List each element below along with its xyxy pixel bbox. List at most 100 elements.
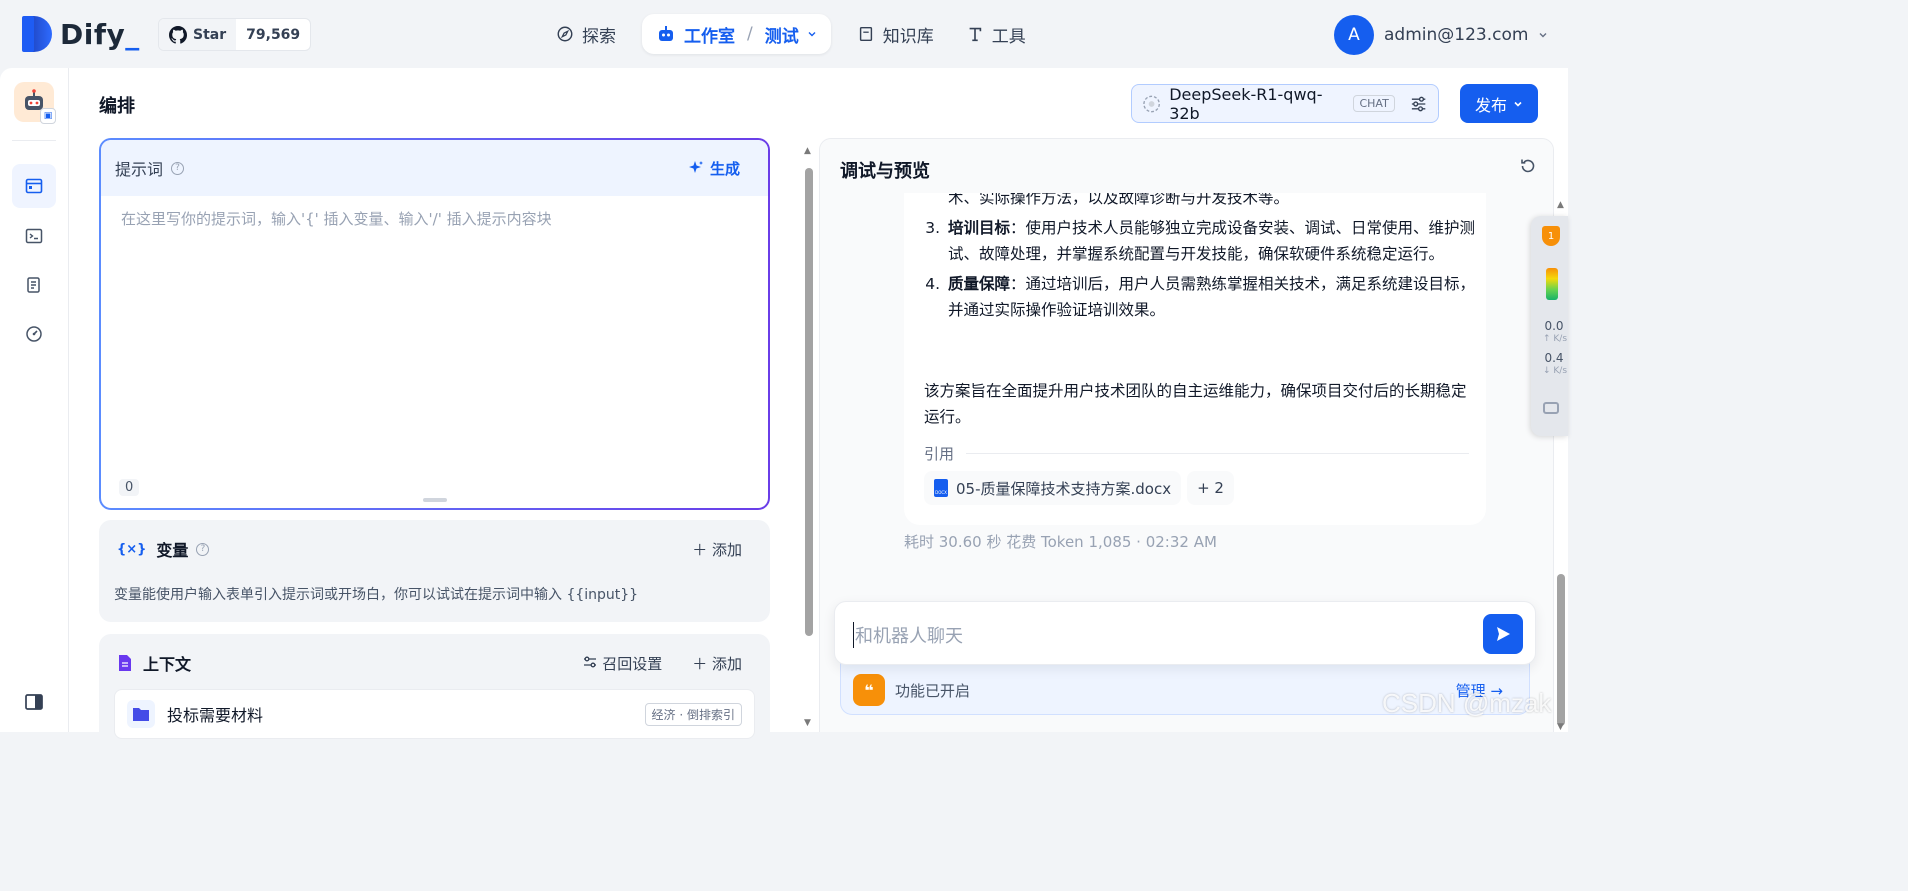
variable-icon: {×} [117,541,147,557]
citation-chip[interactable]: DOCX 05-质量保障技术支持方案.docx [924,471,1182,505]
sidebar-toggle-icon [25,694,43,710]
rail-logs[interactable] [12,263,56,307]
tools-icon [969,27,981,42]
dify-logo[interactable]: Dify_ [20,16,140,52]
context-item-name: 投标需要材料 [167,706,264,725]
prompt-title: 提示词 [115,160,164,179]
recall-settings-label: 召回设置 [602,654,663,673]
nav-explore-label: 探索 [582,26,616,47]
reset-button[interactable] [1519,157,1537,180]
scroll-down-arrow-icon[interactable]: ▼ [1557,722,1564,732]
file-list-icon [27,277,40,293]
main-panel: ▣ 编排 DeepSeek-R1-qwq-32b CHAT 发布 提示词 ? 生… [0,68,1568,744]
app-icon[interactable]: ▣ [14,82,56,124]
download-unit: ↓ K/s [1543,366,1568,376]
nav-separator: / [747,24,753,44]
watermark: CSDN @mzak [1382,688,1552,718]
model-name: DeepSeek-R1-qwq-32b [1169,84,1323,123]
gauge-icon [26,326,42,342]
github-star-button[interactable]: Star 79,569 [158,18,312,51]
nav-studio[interactable]: 工作室 / 测试 [642,14,831,54]
chat-placeholder: 和机器人聊天 [853,622,963,648]
download-speed: 0.4 [1544,351,1564,365]
github-star-count: 79,569 [246,26,301,43]
scroll-down-arrow-icon[interactable]: ▼ [804,718,811,728]
rail-api[interactable] [12,214,56,258]
sliders-icon[interactable] [1409,94,1428,114]
editor-scrollbar[interactable]: ▲ ▼ [804,146,814,728]
variables-card: {×} 变量 ? ＋ 添加 变量能使用户输入表单引入提示词或开场白，你可以试试在… [99,520,770,622]
rail-divider [12,140,56,141]
nav-app-name[interactable]: 测试 [765,22,799,47]
settings-sliders-icon [584,656,597,667]
rail-orchestrate[interactable] [12,164,56,208]
docx-file-icon: DOCX [934,479,948,497]
citation-more-chip[interactable]: + 2 [1187,471,1234,505]
scroll-up-arrow-icon[interactable]: ▲ [1557,200,1564,210]
left-rail: ▣ [0,68,69,732]
add-context-button[interactable]: ＋ 添加 [692,653,742,674]
chat-input[interactable]: 和机器人聊天 [834,601,1536,665]
github-star-label: Star [193,26,227,43]
terminal-icon [25,228,43,244]
model-provider-icon [1143,95,1160,112]
model-selector[interactable]: DeepSeek-R1-qwq-32b CHAT [1131,84,1439,123]
add-variable-button[interactable]: ＋ 添加 [692,539,742,560]
scroll-thumb[interactable] [1557,574,1565,726]
app-type-badge-icon: ▣ [40,108,56,124]
generate-button[interactable]: 生成 [688,158,740,179]
nav-studio-label: 工作室 [684,26,735,47]
robot-icon [659,26,673,41]
user-menu[interactable]: A admin@123.com [1334,15,1548,55]
prompt-placeholder[interactable]: 在这里写你的提示词，输入'{' 插入变量、输入'/' 插入提示内容块 [121,208,552,229]
help-icon[interactable]: ? [196,542,210,556]
answer-meta: 耗时 30.60 秒 花费 Token 1,085 · 02:32 AM [904,533,1217,551]
scroll-up-arrow-icon[interactable]: ▲ [804,146,811,156]
chevron-down-icon [1514,101,1522,107]
citation-label: 引用 [924,445,955,463]
rail-monitoring[interactable] [12,312,56,356]
publish-label: 发布 [1474,95,1507,115]
sparkle-icon [688,161,703,173]
book-icon [859,26,872,42]
logo-text: Dify_ [60,17,140,51]
generate-label: 生成 [709,159,740,178]
help-icon[interactable]: ? [171,161,185,175]
nav-knowledge[interactable]: 知识库 [841,14,950,54]
add-context-label: 添加 [711,654,742,673]
citation-divider [966,453,1469,454]
shield-icon: 1 [1542,226,1560,246]
answer-item-4: 4. 质量保障：通过培训后，用户人员需熟练掌握相关技术，满足系统建设目标，并通过… [925,275,1476,319]
send-button[interactable] [1483,614,1523,654]
layout-icon [25,178,43,194]
github-icon [169,25,187,44]
context-card: 上下文 召回设置 ＋ 添加 投标需要材料 经济 · 倒排索引 [99,634,770,744]
variables-title: 变量 [156,541,189,560]
network-monitor-widget[interactable]: 1 0.0 ↑ K/s 0.4 ↓ K/s [1531,216,1568,436]
char-counter: 0 [119,479,140,496]
top-nav: Dify_ Star 79,569 探索 工作室 / 测试 知识库 工具 A a… [0,0,1568,68]
upload-speed: 0.0 [1544,319,1564,333]
nav-explore[interactable]: 探索 [540,14,632,54]
context-item[interactable]: 投标需要材料 经济 · 倒排索引 [114,689,755,739]
rail-collapse-toggle[interactable] [12,680,56,724]
citation-file-name: 05-质量保障技术支持方案.docx [956,479,1172,498]
nav-tools[interactable]: 工具 [950,14,1042,54]
document-icon [119,655,131,671]
upload-unit: ↑ K/s [1543,334,1568,344]
scroll-thumb[interactable] [805,168,813,636]
user-email: admin@123.com [1384,25,1529,45]
camera-icon[interactable] [1543,402,1559,414]
recall-settings-button[interactable]: 召回设置 [583,653,662,674]
refresh-icon [1521,159,1535,173]
memory-bar-icon [1546,268,1558,300]
prompt-editor[interactable]: 提示词 ? 生成 在这里写你的提示词，输入'{' 插入变量、输入'/' 插入提示… [99,138,770,510]
context-title: 上下文 [143,655,192,674]
avatar: A [1334,15,1374,55]
page-title: 编排 [99,96,135,117]
answer-bubble: 术、实际操作方法，以及故障诊断与开发技术等。 3. 培训目标：使用户技术人员能够… [904,179,1486,525]
variables-description: 变量能使用户输入表单引入提示词或开场白，你可以试试在提示词中输入 {{input… [114,587,639,603]
publish-button[interactable]: 发布 [1460,84,1538,123]
debug-preview-panel: 术、实际操作方法，以及故障诊断与开发技术等。 3. 培训目标：使用户技术人员能够… [819,138,1554,732]
resize-handle[interactable] [423,498,447,502]
